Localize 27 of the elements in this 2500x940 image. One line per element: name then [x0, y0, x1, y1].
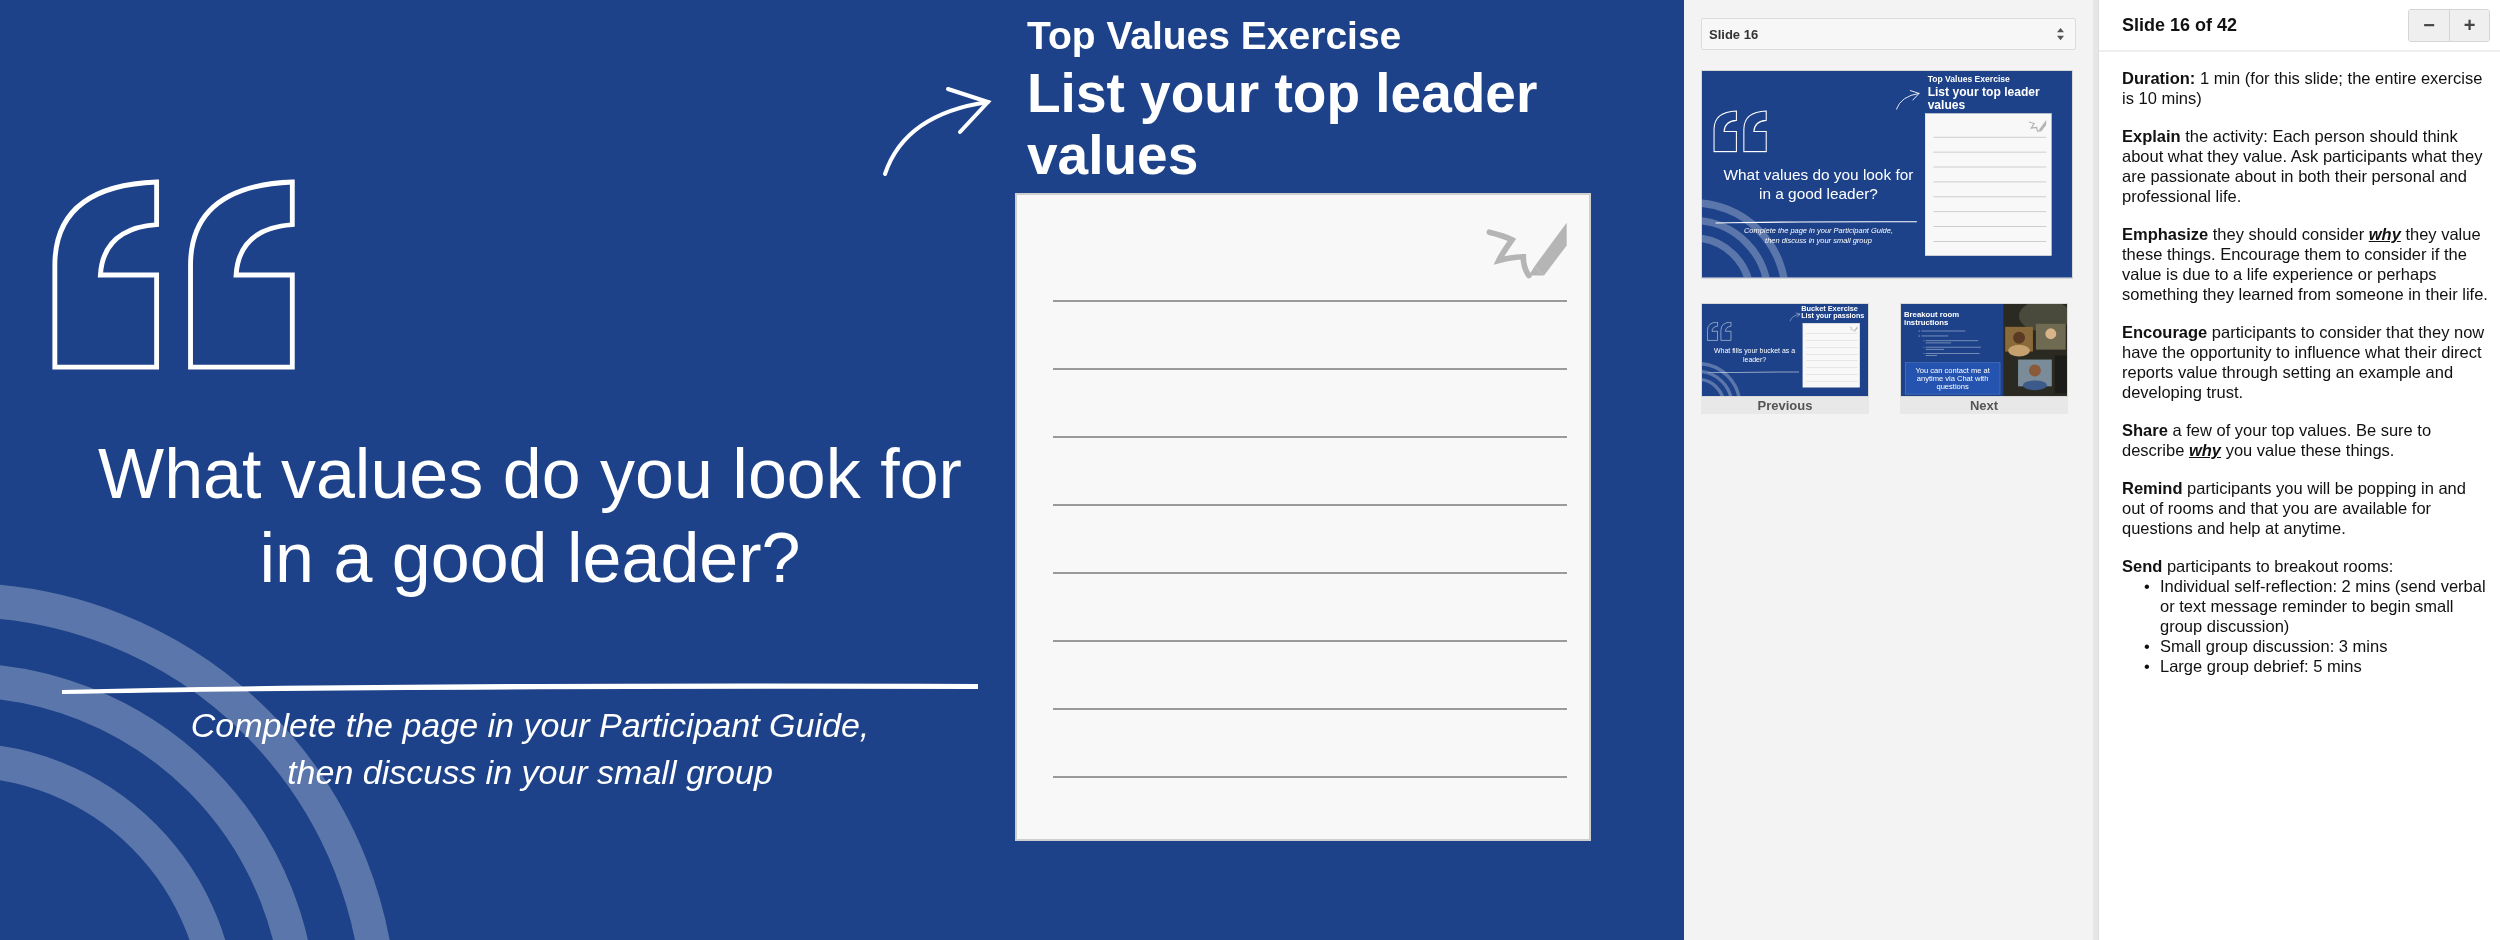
note-paragraph: Remind participants you will be popping in and out of rooms and that you are available for questions and help at anytime.	[2122, 478, 2467, 538]
slide-eyebrow: Top Values Exercise	[1927, 74, 2010, 84]
slide-title: List your top leader values	[1027, 62, 1539, 187]
note-paragraph: Explain the activity: Each person should think about what they value. Ask participants what they are passionate about in both their personal and professional life.	[2122, 126, 2484, 206]
slide-eyebrow: Top Values Exercise	[1027, 14, 1402, 58]
note-paragraph: Emphasize they should consider why they value these things. Encourage them to consider if the value is due to a life experience or perhaps something they learned from someone in their life.	[2122, 224, 2489, 304]
up-down-icon	[2056, 27, 2065, 41]
slide-subtitle: Complete the page in your Participant Guide, then discuss in your small group	[189, 705, 871, 793]
note-bullet: Individual self-reflection: 2 mins (send verbal or text message reminder to begin small group discussion)	[2160, 576, 2487, 636]
bullet-marker: •	[2144, 656, 2151, 676]
note-paragraph: Encourage participants to consider that they now have the opportunity to influence what their direct reports value through setting an example and developing trust.	[2122, 322, 2486, 402]
note-paragraph: Send participants to breakout rooms:	[2122, 556, 2395, 576]
bullet-marker: •	[2144, 576, 2151, 596]
slide-question: What values do you look for in a good leader?	[1722, 165, 1915, 203]
slide-counter: Slide 16 of 42	[2122, 14, 2238, 36]
slide-question: What values do you look for in a good leader?	[97, 434, 963, 599]
zoom-button[interactable]: −	[2409, 9, 2449, 41]
note-paragraph: Duration: 1 min (for this slide; the entire exercise is 10 mins)	[2122, 68, 2484, 108]
slide-select[interactable]: Slide 16	[1701, 18, 2076, 50]
zoom-button[interactable]: +	[2449, 9, 2489, 41]
note-paragraph: Share a few of your top values. Be sure to describe why you value these things.	[2122, 420, 2433, 460]
previous-label[interactable]: Previous	[1701, 397, 1869, 414]
bullet-marker: •	[2144, 636, 2151, 656]
note-bullet: Large group debrief: 5 mins	[2160, 656, 2362, 676]
slide-title: List your top leader values	[1927, 84, 2041, 112]
note-bullet: Small group discussion: 3 mins	[2160, 636, 2388, 656]
next-label[interactable]: Next	[1900, 397, 2068, 414]
